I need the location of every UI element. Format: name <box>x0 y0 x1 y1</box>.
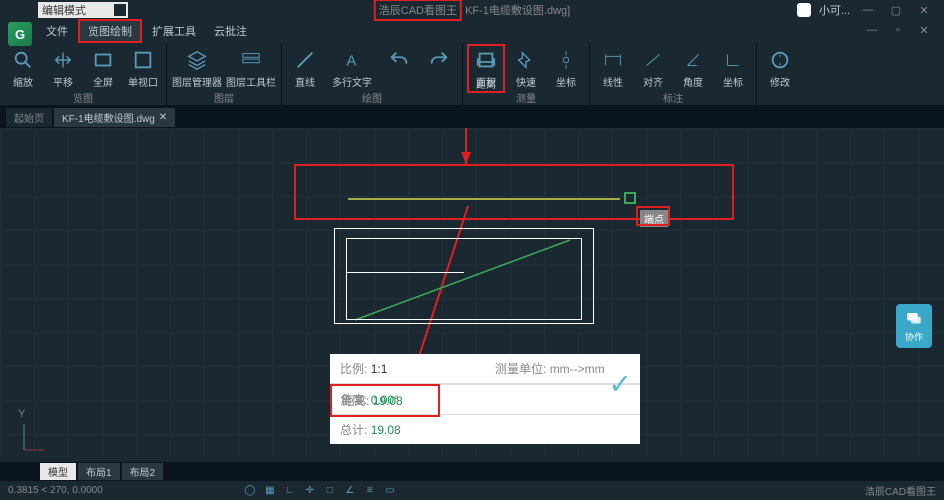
coord-icon <box>554 48 578 72</box>
tool-angle-dim[interactable]: 角度 <box>674 44 712 89</box>
group-view-label: 览图 <box>4 89 162 106</box>
pan-icon <box>51 48 75 72</box>
menu-ext-tools[interactable]: 扩展工具 <box>144 21 204 41</box>
maximize-button[interactable]: ▢ <box>886 4 906 17</box>
drawing-divider <box>346 272 464 320</box>
tool-redo[interactable] <box>420 44 458 89</box>
doc-close-button[interactable]: ✕ <box>914 24 934 37</box>
tool-line[interactable]: 直线 <box>286 44 324 89</box>
tool-linear[interactable]: 线性 <box>594 44 632 89</box>
tool-pan[interactable]: 平移 <box>44 44 82 89</box>
group-draw-label: 绘图 <box>286 89 458 106</box>
modify-icon <box>768 48 792 72</box>
tool-layer-manager[interactable]: 图层管理器 <box>171 44 223 89</box>
app-logo: G <box>8 22 32 46</box>
mode-selector[interactable]: 编辑模式 <box>38 2 128 18</box>
status-track-icon[interactable]: ∠ <box>343 484 357 498</box>
svg-text:A: A <box>347 54 357 70</box>
linear-dim-icon <box>601 48 625 72</box>
user-name[interactable]: 小可... <box>819 2 850 18</box>
tool-fullscreen[interactable]: 全屏 <box>84 44 122 89</box>
status-coords: 0.3815 < 270, 0.0000 <box>8 485 103 496</box>
status-model-icon[interactable]: ▭ <box>383 484 397 498</box>
line-icon <box>293 48 317 72</box>
measure-result-panel: 比例: 1:1 测量单位: mm-->mm 距离: 19.08 ✓ 角度: 0.… <box>330 354 640 444</box>
tool-coord-dim[interactable]: 坐标 <box>714 44 752 89</box>
group-layer-label: 图层 <box>171 89 277 106</box>
tool-undo[interactable] <box>380 44 418 89</box>
fullscreen-icon <box>91 48 115 72</box>
coord-dim-icon <box>721 48 745 72</box>
tab-start[interactable]: 起始页 <box>6 108 52 127</box>
close-button[interactable]: ✕ <box>914 4 934 17</box>
drawing-canvas[interactable]: 端点 比例: 1:1 测量单位: mm-->mm 距离: 19.08 ✓ 角度:… <box>0 128 944 456</box>
menu-view-draw[interactable]: 览图绘制 <box>78 19 142 43</box>
quick-icon <box>514 48 538 72</box>
confirm-check-icon[interactable]: ✓ <box>609 368 632 401</box>
tool-distance[interactable]: 距离 <box>467 44 505 93</box>
zoom-icon <box>11 48 35 72</box>
distance-icon <box>474 50 498 74</box>
tool-zoom[interactable]: 缩放 <box>4 44 42 89</box>
undo-icon <box>387 48 411 72</box>
ucs-y-label: Y <box>18 408 25 420</box>
minimize-button[interactable]: — <box>858 4 878 16</box>
snap-cursor <box>624 192 636 204</box>
tool-mtext[interactable]: A多行文字 <box>326 44 378 89</box>
title-filename: KF-1电缆敷设图.dwg] <box>465 5 570 17</box>
viewport-icon <box>131 48 155 72</box>
angle-dim-icon <box>681 48 705 72</box>
ucs-icon <box>16 422 46 452</box>
tool-viewport[interactable]: 单视口 <box>124 44 162 89</box>
doc-restore-button[interactable]: ▫ <box>888 24 908 37</box>
group-annot-label: 标注 <box>594 89 752 106</box>
tool-coord-measure[interactable]: 坐标 <box>547 44 585 89</box>
tool-layer-toolbar[interactable]: 图层工具栏 <box>225 44 277 89</box>
menu-cloud-annot[interactable]: 云批注 <box>206 21 255 41</box>
tool-align[interactable]: 对齐 <box>634 44 672 89</box>
status-ortho-icon[interactable]: ∟ <box>283 484 297 498</box>
status-grid-icon[interactable]: ▦ <box>263 484 277 498</box>
layers-icon <box>185 48 209 72</box>
status-osnap-icon[interactable]: □ <box>323 484 337 498</box>
doc-minimize-button[interactable]: — <box>862 24 882 37</box>
text-icon: A <box>340 48 364 72</box>
tab-close-icon[interactable]: ✕ <box>159 112 167 123</box>
align-dim-icon <box>641 48 665 72</box>
tab-model[interactable]: 模型 <box>40 463 76 480</box>
tab-layout1[interactable]: 布局1 <box>78 463 120 480</box>
layer-toolbar-icon <box>239 48 263 72</box>
tool-quick[interactable]: 快速 <box>507 44 545 89</box>
user-avatar[interactable] <box>797 3 811 17</box>
collaborate-button[interactable]: 协作 <box>896 304 932 348</box>
menu-file[interactable]: 文件 <box>38 21 76 41</box>
status-polar-icon[interactable]: ✛ <box>303 484 317 498</box>
status-lwt-icon[interactable]: ≡ <box>363 484 377 498</box>
tool-modify[interactable]: 修改 <box>761 44 799 103</box>
tab-document[interactable]: KF-1电缆敷设图.dwg✕ <box>54 108 175 127</box>
highlight-tooltip <box>636 206 670 226</box>
product-name-highlight: 浩辰CAD看图王 <box>374 0 462 21</box>
status-brand: 浩辰CAD看图王 <box>865 483 936 498</box>
redo-icon <box>427 48 451 72</box>
tab-layout2[interactable]: 布局2 <box>122 463 164 480</box>
status-snap-icon[interactable]: ◯ <box>243 484 257 498</box>
chat-icon <box>905 310 923 328</box>
